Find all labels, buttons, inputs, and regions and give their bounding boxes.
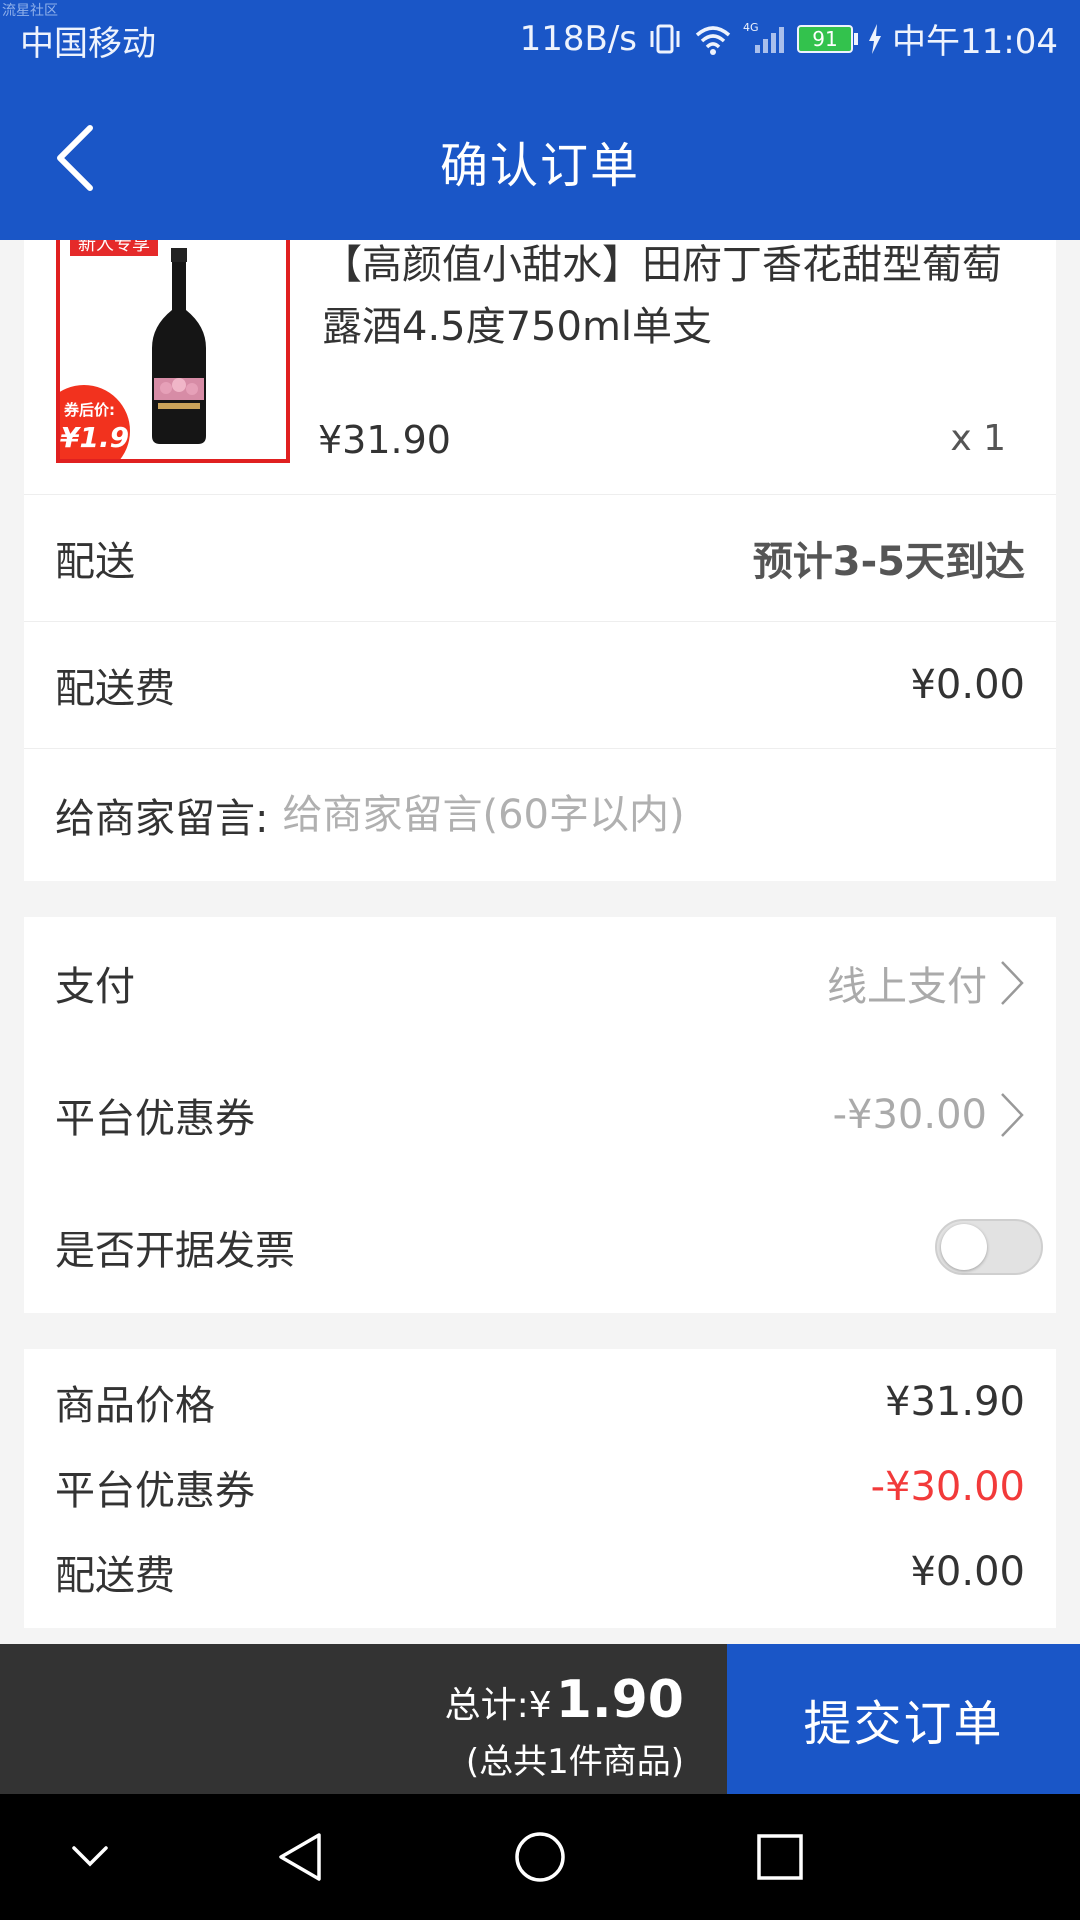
coupon-row[interactable]: 平台优惠券 -¥30.00	[24, 1049, 1056, 1181]
invoice-label: 是否开据发票	[55, 1228, 295, 1274]
wine-bottle-image	[152, 248, 206, 444]
carrier-name: 中国移动	[20, 24, 156, 64]
coupon-value: -¥30.00	[832, 1092, 987, 1138]
order-card: 新人专享 券后价: ¥1.9 【高颜值小甜水】田府丁香花甜型葡萄露酒4.5度75…	[24, 240, 1056, 881]
title-bar: 确认订单	[0, 76, 1080, 240]
system-nav-bar	[0, 1794, 1080, 1920]
delivery-row: 配送 预计3-5天到达	[24, 495, 1056, 622]
battery-level: 91	[797, 24, 854, 53]
vibrate-icon	[647, 21, 683, 57]
page-title: 确认订单	[439, 138, 640, 194]
submit-order-button[interactable]: 提交订单	[727, 1644, 1080, 1794]
product-quantity: x 1	[950, 418, 1006, 459]
delivery-estimate: 预计3-5天到达	[752, 539, 1025, 585]
clock: 中午11:04	[892, 22, 1058, 62]
coupon-price-badge: 券后价: ¥1.9	[60, 385, 130, 459]
total-section: 总计:¥ 1.90 (总共1件商品)	[445, 1670, 684, 1783]
options-card: 支付 线上支付 平台优惠券 -¥30.00 是否开据发票	[24, 917, 1056, 1313]
back-triangle-icon[interactable]	[265, 1824, 335, 1890]
summary-value: ¥31.90	[885, 1378, 1025, 1425]
total-label: 总计:¥	[444, 1685, 552, 1726]
order-content: 新人专享 券后价: ¥1.9 【高颜值小甜水】田府丁香花甜型葡萄露酒4.5度75…	[24, 240, 1056, 1628]
summary-label: 配送费	[55, 1552, 175, 1599]
summary-label: 平台优惠券	[55, 1467, 255, 1514]
total-item-count: (总共1件商品)	[465, 1742, 684, 1782]
delivery-fee-label: 配送费	[55, 666, 175, 712]
summary-row: 配送费 ¥0.00	[55, 1529, 1025, 1614]
delivery-fee-row: 配送费 ¥0.00	[24, 622, 1056, 749]
coupon-badge-value: ¥1.9	[60, 421, 130, 454]
invoice-toggle[interactable]	[935, 1219, 1043, 1275]
delivery-fee-value: ¥0.00	[910, 662, 1025, 708]
product-title: 【高颜值小甜水】田府丁香花甜型葡萄露酒4.5度750ml单支	[322, 242, 1002, 350]
message-label: 给商家留言:	[55, 796, 269, 842]
checkout-bar: 总计:¥ 1.90 (总共1件商品) 提交订单	[0, 1644, 1080, 1794]
payment-label: 支付	[55, 964, 135, 1010]
network-type: 4G	[743, 21, 759, 34]
chevron-right-icon	[999, 959, 1025, 1007]
summary-value: ¥0.00	[910, 1548, 1025, 1595]
product-price: ¥31.90	[318, 418, 451, 462]
wifi-icon	[693, 21, 733, 57]
price-summary: 商品价格 ¥31.90 平台优惠券 -¥30.00 配送费 ¥0.00	[24, 1349, 1056, 1628]
total-amount: 1.90	[555, 1670, 684, 1730]
payment-method: 线上支付	[827, 964, 987, 1010]
message-input[interactable]	[282, 792, 803, 838]
message-row: 给商家留言:	[24, 749, 1056, 881]
battery-icon: 91	[797, 24, 859, 53]
product-image[interactable]: 新人专享 券后价: ¥1.9	[56, 240, 290, 463]
summary-value: -¥30.00	[870, 1463, 1025, 1510]
coupon-badge-label: 券后价:	[64, 401, 115, 419]
summary-row: 平台优惠券 -¥30.00	[55, 1444, 1025, 1529]
chevron-down-icon[interactable]	[55, 1824, 125, 1890]
signal-icon: 4G	[743, 21, 787, 57]
payment-row[interactable]: 支付 线上支付	[24, 917, 1056, 1049]
invoice-row: 是否开据发票	[24, 1181, 1056, 1313]
coupon-label: 平台优惠券	[55, 1096, 255, 1142]
recents-square-icon[interactable]	[745, 1824, 815, 1890]
product-item[interactable]: 新人专享 券后价: ¥1.9 【高颜值小甜水】田府丁香花甜型葡萄露酒4.5度75…	[24, 240, 1056, 495]
charging-icon	[868, 23, 882, 54]
summary-row: 商品价格 ¥31.90	[55, 1359, 1025, 1444]
chevron-right-icon	[999, 1091, 1025, 1139]
home-circle-icon[interactable]	[505, 1824, 575, 1890]
status-bar: 流星社区 中国移动 118B/s 4G 91 中午11:04	[0, 0, 1080, 76]
delivery-label: 配送	[55, 539, 135, 585]
network-speed: 118B/s	[519, 18, 638, 59]
toggle-knob	[941, 1224, 987, 1270]
summary-label: 商品价格	[55, 1382, 215, 1429]
status-icons: 118B/s 4G 91 中午11:04	[520, 14, 1058, 63]
